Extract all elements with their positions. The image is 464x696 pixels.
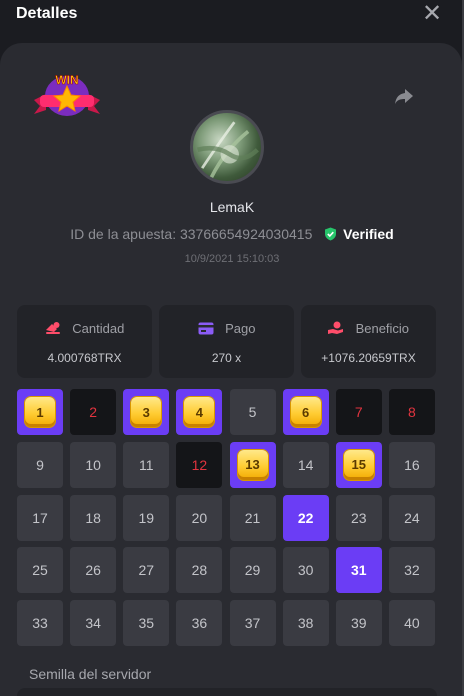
grid-cell-4[interactable]: 4 <box>176 389 223 435</box>
stat-pago: Pago 270 x <box>159 305 294 378</box>
grid-cell-5[interactable]: 5 <box>229 389 276 435</box>
grid-cell-17[interactable]: 17 <box>17 494 63 541</box>
grid-cell-23[interactable]: 23 <box>335 494 382 541</box>
grid-cell-8[interactable]: 8 <box>388 389 435 435</box>
grid-cell-35[interactable]: 35 <box>123 600 170 646</box>
grid-cell-26[interactable]: 26 <box>70 547 117 594</box>
grid-cell-31[interactable]: 31 <box>335 547 382 594</box>
grid-cell-11[interactable]: 11 <box>123 441 170 488</box>
stat-beneficio: Beneficio +1076.20659TRX <box>301 305 436 378</box>
stat-label: Cantidad <box>72 321 125 336</box>
grid-cell-12[interactable]: 12 <box>176 441 223 488</box>
grid-cell-3[interactable]: 3 <box>123 389 170 435</box>
avatar <box>190 110 264 184</box>
grid-cell-32[interactable]: 32 <box>388 547 435 594</box>
bet-datetime: 10/9/2021 15:10:03 <box>184 253 280 265</box>
gold-gem-icon: 15 <box>343 449 374 480</box>
header: Detalles ✕ <box>0 0 464 32</box>
plant-image <box>197 121 259 179</box>
grid-cell-16[interactable]: 16 <box>388 441 435 488</box>
grid-cell-40[interactable]: 40 <box>388 600 435 646</box>
grid-cell-36[interactable]: 36 <box>176 600 223 646</box>
grid-cell-28[interactable]: 28 <box>176 547 223 594</box>
grid-cell-19[interactable]: 19 <box>123 494 170 541</box>
page-title: Detalles <box>16 5 78 22</box>
grid-cell-37[interactable]: 37 <box>229 600 276 646</box>
grid-cell-20[interactable]: 20 <box>176 494 223 541</box>
bet-id: ID de la apuesta: 33766654924030415 <box>70 226 313 242</box>
gold-gem-icon: 4 <box>184 397 215 427</box>
grid-cell-27[interactable]: 27 <box>123 547 170 594</box>
grid-cell-24[interactable]: 24 <box>388 494 435 541</box>
grid-cell-9[interactable]: 9 <box>17 441 63 488</box>
grid-cell-33[interactable]: 33 <box>17 600 63 646</box>
coins-icon <box>45 322 60 334</box>
hand-coin-icon <box>327 321 343 334</box>
grid-cell-21[interactable]: 21 <box>229 494 276 541</box>
stat-value: +1076.20659TRX <box>321 351 416 365</box>
win-badge-label: WIN <box>55 73 78 87</box>
gold-gem-icon: 6 <box>290 397 321 427</box>
number-grid: 1 2 3 4 5 6 7 8 9 10 11 12 13 14 15 16 17 18 19 20 21 22 23 24 2… <box>17 389 437 646</box>
grid-cell-6[interactable]: 6 <box>282 389 329 435</box>
server-seed-field[interactable] <box>17 688 437 696</box>
grid-cell-38[interactable]: 38 <box>282 600 329 646</box>
verified-label: Verified <box>343 226 394 242</box>
grid-cell-14[interactable]: 14 <box>282 441 329 488</box>
grid-cell-22[interactable]: 22 <box>282 494 329 541</box>
grid-cell-39[interactable]: 39 <box>335 600 382 646</box>
grid-cell-30[interactable]: 30 <box>282 547 329 594</box>
gold-gem-icon: 1 <box>25 397 55 427</box>
grid-cell-34[interactable]: 34 <box>70 600 117 646</box>
verified-shield-icon <box>325 227 337 241</box>
grid-cell-10[interactable]: 10 <box>70 441 117 488</box>
grid-cell-13[interactable]: 13 <box>229 441 276 488</box>
grid-cell-29[interactable]: 29 <box>229 547 276 594</box>
share-icon[interactable] <box>392 84 416 108</box>
grid-cell-25[interactable]: 25 <box>17 547 63 594</box>
grid-cell-2[interactable]: 2 <box>70 389 117 435</box>
gold-gem-icon: 3 <box>131 397 162 427</box>
stat-label: Pago <box>225 321 256 336</box>
grid-cell-1[interactable]: 1 <box>17 389 63 435</box>
grid-cell-18[interactable]: 18 <box>70 494 117 541</box>
close-icon[interactable]: ✕ <box>420 2 444 26</box>
card-icon <box>198 322 213 335</box>
gold-gem-icon: 13 <box>237 449 268 480</box>
stat-value: 4.000768TRX <box>47 351 122 365</box>
stat-cantidad: Cantidad 4.000768TRX <box>17 305 152 378</box>
grid-cell-7[interactable]: 7 <box>335 389 382 435</box>
win-badge-icon: WIN <box>34 73 100 116</box>
server-seed-label: Semilla del servidor <box>29 666 152 682</box>
player-name: LemaK <box>209 199 255 215</box>
grid-cell-15[interactable]: 15 <box>335 441 382 488</box>
stat-value: 270 x <box>211 351 242 365</box>
bet-info-row: ID de la apuesta: 33766654924030415 Veri… <box>0 226 464 242</box>
stat-label: Beneficio <box>355 321 410 336</box>
